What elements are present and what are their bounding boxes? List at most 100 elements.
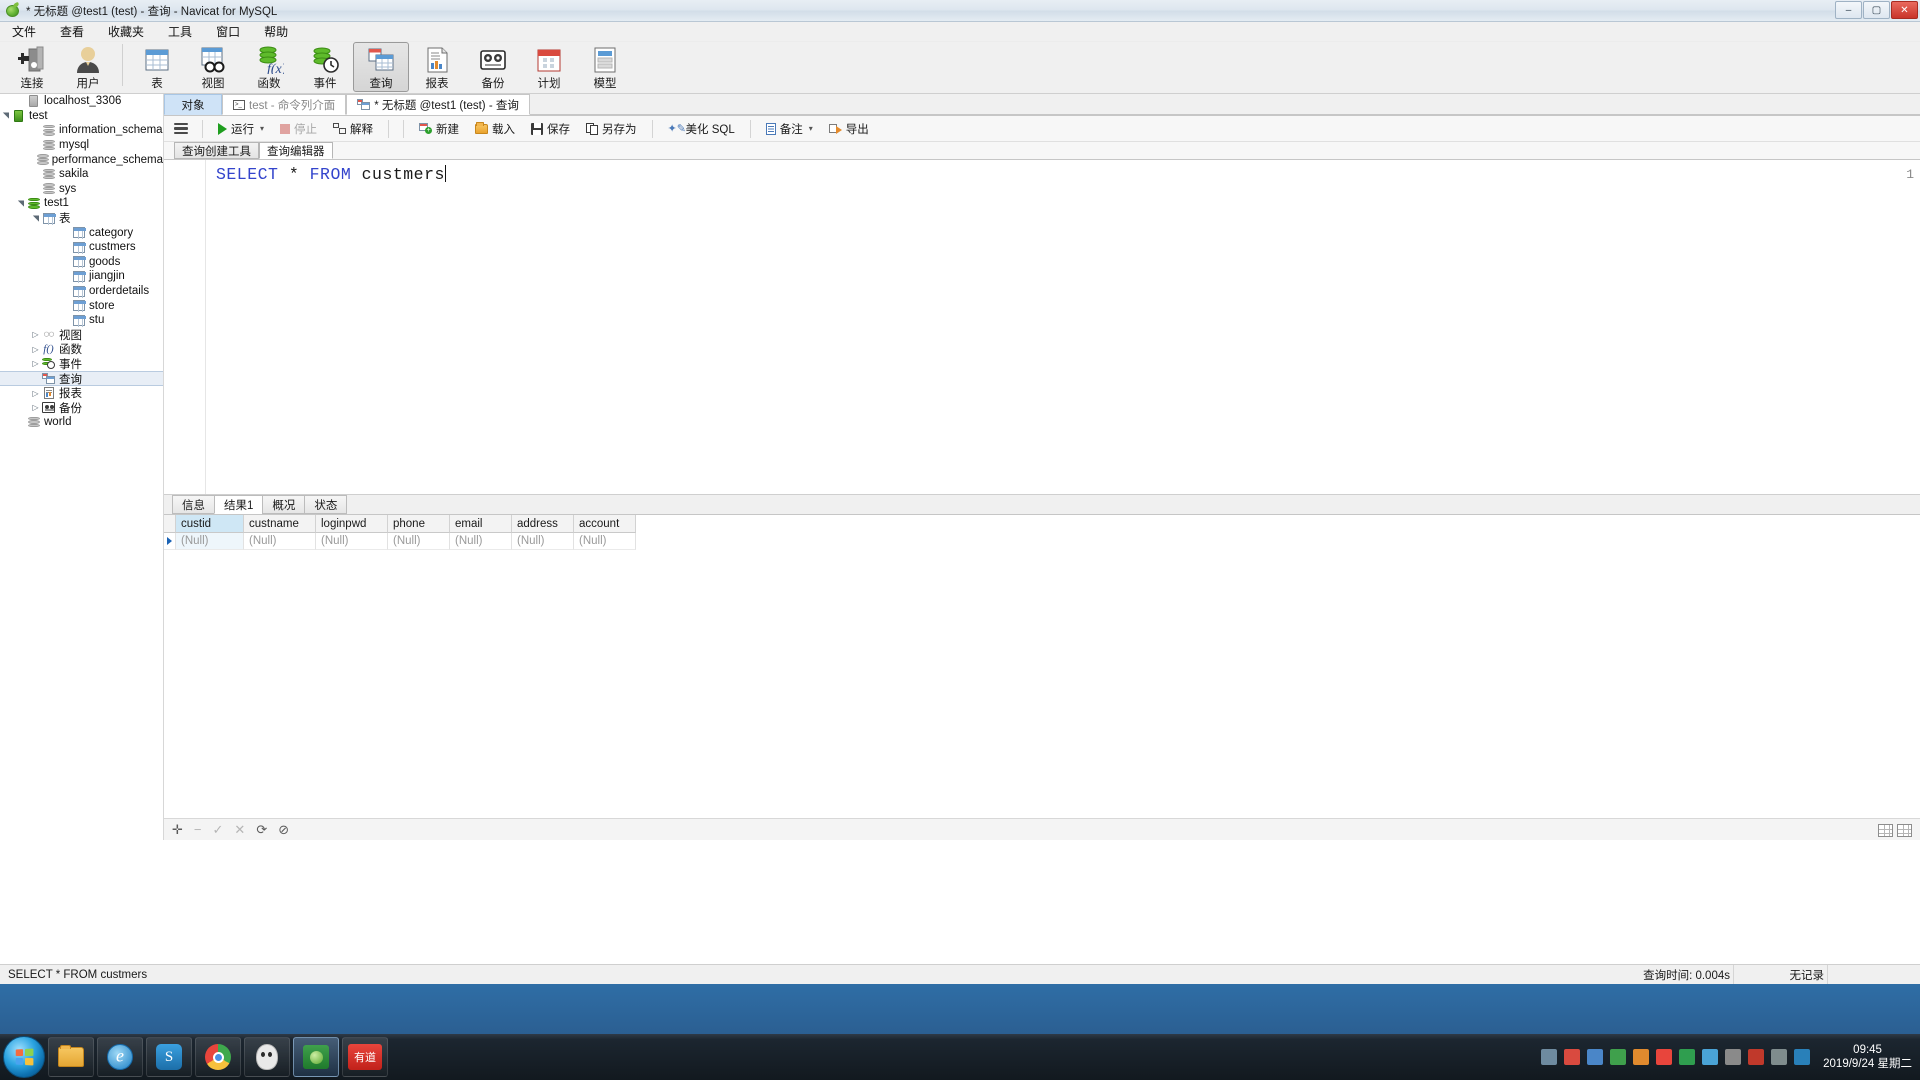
query-button-另存为[interactable]: 另存为 xyxy=(579,118,644,140)
grid-column-header-custname[interactable]: custname xyxy=(244,515,316,533)
tree-node-jiangjin[interactable]: jiangjin xyxy=(0,269,163,284)
tree-node-test1[interactable]: ◢ test1 xyxy=(0,196,163,211)
tree-node-custmers[interactable]: custmers xyxy=(0,240,163,255)
toolbar-button-查询[interactable]: 查询 xyxy=(353,42,409,92)
toolbar-button-报表[interactable]: 报表 xyxy=(409,42,465,92)
monitor-icon[interactable] xyxy=(1541,1049,1558,1065)
query-button-停止[interactable]: 停止 xyxy=(273,118,324,140)
expand-arrow-icon[interactable]: ▷ xyxy=(30,359,41,368)
result-tab-结果1[interactable]: 结果1 xyxy=(214,495,264,514)
tab-query-untitled[interactable]: * 无标题 @test1 (test) - 查询 xyxy=(346,94,530,115)
result-tab-信息[interactable]: 信息 xyxy=(172,495,215,514)
expand-arrow-icon[interactable]: ▷ xyxy=(30,330,41,339)
tree-node-表[interactable]: ◢ 表 xyxy=(0,211,163,226)
safe-icon[interactable] xyxy=(1679,1049,1696,1065)
taskbar-file-explorer[interactable] xyxy=(48,1037,94,1077)
collapse-arrow-icon[interactable]: ◢ xyxy=(1,110,10,121)
grid-column-header-address[interactable]: address xyxy=(512,515,574,533)
sql-editor[interactable]: 1 SELECT * FROM custmers xyxy=(164,160,1920,503)
tree-node-store[interactable]: store xyxy=(0,298,163,313)
tree-node-视图[interactable]: ▷ ◌◌ 视图 xyxy=(0,328,163,343)
tree-node-报表[interactable]: ▷ 报表 xyxy=(0,386,163,401)
menu-item-3[interactable]: 工具 xyxy=(156,21,204,42)
tree-node-查询[interactable]: 查询 xyxy=(0,371,163,386)
expand-arrow-icon[interactable]: ▷ xyxy=(30,389,41,398)
query-button-备注[interactable]: 备注 ▾ xyxy=(759,118,820,140)
menu-item-1[interactable]: 查看 xyxy=(48,21,96,42)
toolbar-button-表[interactable]: 表 xyxy=(129,42,185,92)
grid-view-icon[interactable] xyxy=(1878,824,1893,837)
tree-node-sakila[interactable]: sakila xyxy=(0,167,163,182)
taskbar-internet-explorer[interactable] xyxy=(97,1037,143,1077)
result-tab-状态[interactable]: 状态 xyxy=(304,495,348,514)
chevron-down-icon[interactable]: ▾ xyxy=(809,124,813,133)
taskbar-sogou[interactable]: S xyxy=(146,1037,192,1077)
network-icon[interactable] xyxy=(1702,1049,1719,1065)
taskbar-youdao[interactable]: 有道 xyxy=(342,1037,388,1077)
grid-cell[interactable]: (Null) xyxy=(244,533,316,550)
add-record-icon[interactable]: ✛ xyxy=(172,823,183,836)
power-icon[interactable] xyxy=(1656,1049,1673,1065)
grid-column-header-phone[interactable]: phone xyxy=(388,515,450,533)
arrow-icon[interactable] xyxy=(1771,1049,1788,1065)
tree-node-localhost_3306[interactable]: localhost_3306 xyxy=(0,94,163,109)
flag-icon[interactable] xyxy=(1748,1049,1765,1065)
grid-cell[interactable]: (Null) xyxy=(574,533,636,550)
stop-load-icon[interactable]: ⊘ xyxy=(278,823,289,836)
collapse-arrow-icon[interactable]: ◢ xyxy=(31,213,40,224)
grid-corner[interactable] xyxy=(164,515,176,533)
shield-icon[interactable] xyxy=(1610,1049,1627,1065)
result-grid[interactable]: custid custname loginpwd phone email address a… xyxy=(164,515,1920,800)
grid-column-header-email[interactable]: email xyxy=(450,515,512,533)
grid-column-header-custid[interactable]: custid xyxy=(176,515,244,533)
toolbar-button-用户[interactable]: 用户 xyxy=(60,42,116,92)
tab-command-console[interactable]: >_ test - 命令列介面 xyxy=(222,94,347,115)
start-button[interactable] xyxy=(3,1036,45,1078)
toolbar-button-计划[interactable]: 计划 xyxy=(521,42,577,92)
tree-node-stu[interactable]: stu xyxy=(0,313,163,328)
toolbar-button-函数[interactable]: f(x) 函数 xyxy=(241,42,297,92)
form-view-icon[interactable] xyxy=(1897,824,1912,837)
tab-query-editor[interactable]: 查询编辑器 xyxy=(259,142,333,159)
close-button[interactable]: ✕ xyxy=(1891,1,1918,19)
tree-node-事件[interactable]: ▷ 事件 xyxy=(0,357,163,372)
taskbar-qq[interactable] xyxy=(244,1037,290,1077)
clock-tray-icon[interactable] xyxy=(1633,1049,1650,1065)
grid-cell[interactable]: (Null) xyxy=(176,533,244,550)
tab-objects[interactable]: 对象 xyxy=(164,94,222,115)
grid-cell[interactable]: (Null) xyxy=(450,533,512,550)
grid-column-header-account[interactable]: account xyxy=(574,515,636,533)
tree-node-goods[interactable]: goods xyxy=(0,255,163,270)
tree-node-sys[interactable]: sys xyxy=(0,182,163,197)
tree-node-world[interactable]: world xyxy=(0,415,163,430)
menu-item-5[interactable]: 帮助 xyxy=(252,21,300,42)
grid-row[interactable]: (Null) (Null) (Null) (Null) (Null) (Null) (Nul… xyxy=(164,533,1920,550)
toolbar-button-连接[interactable]: 连接 xyxy=(4,42,60,92)
minimize-button[interactable]: – xyxy=(1835,1,1862,19)
menu-item-2[interactable]: 收藏夹 xyxy=(96,21,156,42)
grid-cell[interactable]: (Null) xyxy=(512,533,574,550)
toolbar-button-视图[interactable]: 视图 xyxy=(185,42,241,92)
volume-icon[interactable] xyxy=(1587,1049,1604,1065)
query-button-解释[interactable]: 解释 xyxy=(326,118,380,140)
query-button-保存[interactable]: 保存 xyxy=(524,118,577,140)
tree-node-performance_schema[interactable]: performance_schema xyxy=(0,152,163,167)
taskbar-navicat[interactable] xyxy=(293,1037,339,1077)
query-button-运行[interactable]: 运行 ▾ xyxy=(211,118,271,140)
toolbar-button-模型[interactable]: 模型 xyxy=(577,42,633,92)
result-tab-概况[interactable]: 概况 xyxy=(262,495,306,514)
doc-icon[interactable] xyxy=(1725,1049,1742,1065)
grid-cell[interactable]: (Null) xyxy=(316,533,388,550)
expand-arrow-icon[interactable]: ▷ xyxy=(30,403,41,412)
chevron-down-icon[interactable]: ▾ xyxy=(260,124,264,133)
tree-node-information_schema[interactable]: information_schema xyxy=(0,123,163,138)
object-tree-sidebar[interactable]: localhost_3306 ◢ test information_schema mys… xyxy=(0,94,164,840)
bar-icon[interactable] xyxy=(1794,1049,1811,1065)
query-button-载入[interactable]: 载入 xyxy=(468,118,522,140)
query-button-美化-SQL[interactable]: ✦✎ 美化 SQL xyxy=(661,118,742,140)
taskbar-clock[interactable]: 09:45 2019/9/24 星期二 xyxy=(1823,1043,1912,1071)
hamburger-icon[interactable] xyxy=(174,122,188,135)
toolbar-button-事件[interactable]: 事件 xyxy=(297,42,353,92)
query-button-导出[interactable]: 导出 xyxy=(822,118,876,140)
query-button-新建[interactable]: + 新建 xyxy=(412,118,466,140)
